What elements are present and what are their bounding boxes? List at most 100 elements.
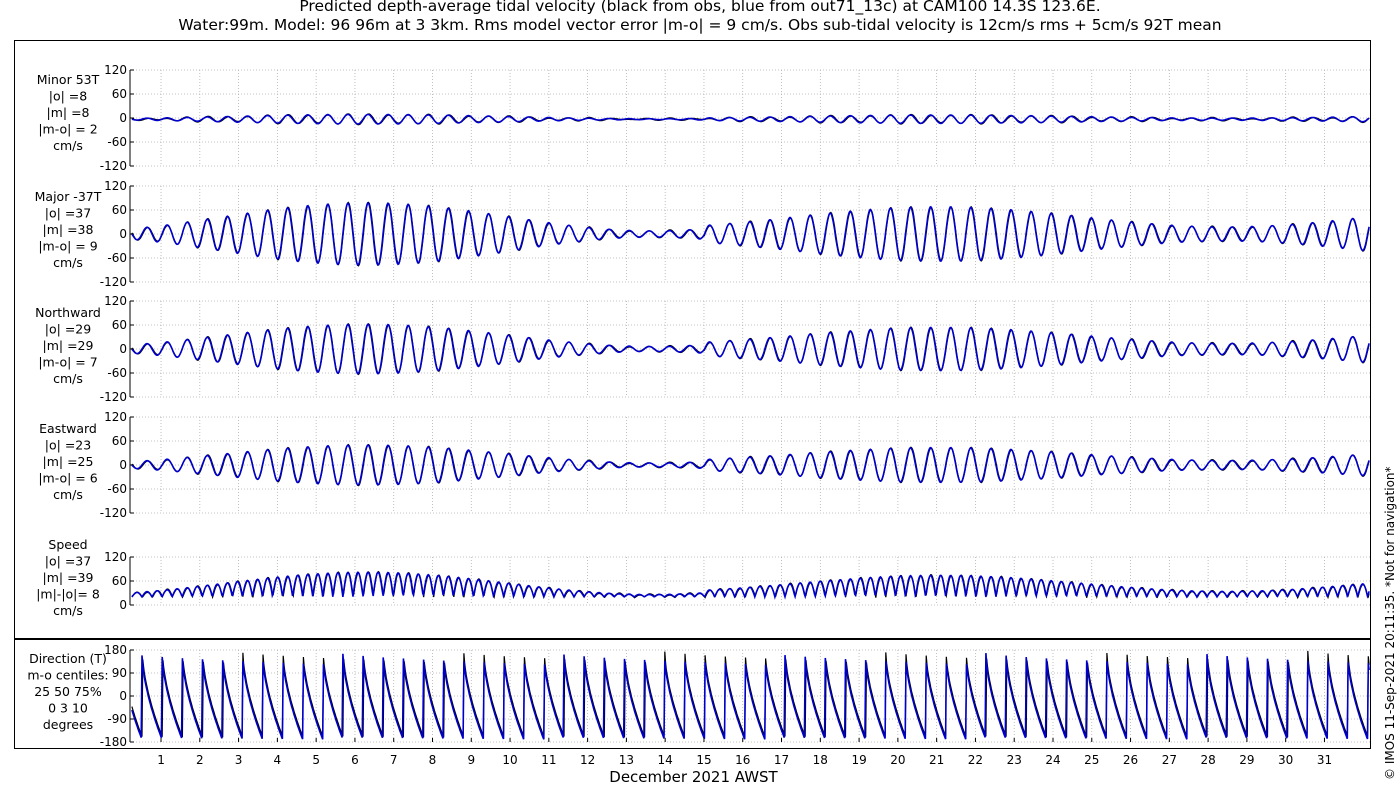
panel-label-line: cm/s bbox=[53, 603, 83, 618]
panel-label-line: |m|-|o|= 8 bbox=[36, 587, 100, 602]
y-tick-label: 0 bbox=[119, 598, 127, 612]
panel-label-line: Minor 53T bbox=[37, 72, 100, 87]
panel-label-line: |m-o| = 2 bbox=[38, 122, 97, 137]
panel-label-line: cm/s bbox=[53, 487, 83, 502]
x-tick-label: 4 bbox=[274, 753, 282, 767]
panel-label-line: |o| =37 bbox=[45, 554, 91, 569]
panel-label-line: cm/s bbox=[53, 138, 83, 153]
x-tick-label: 12 bbox=[580, 753, 595, 767]
panel-label-line: m-o centiles: bbox=[27, 668, 108, 683]
x-tick-label: 14 bbox=[658, 753, 673, 767]
panel-label-line: |m| =38 bbox=[43, 222, 94, 237]
panel-northward: 120 60 0 -60 -120 Northward |o| =29|m| =29 |m-o… bbox=[35, 294, 1371, 404]
panel-label-line: |m| =29 bbox=[43, 338, 94, 353]
y-tick-label: 120 bbox=[104, 550, 127, 564]
y-tick-label: -60 bbox=[107, 482, 127, 496]
x-tick-label: 1 bbox=[157, 753, 165, 767]
x-tick-label: 23 bbox=[1007, 753, 1022, 767]
panel-label-line: |m| =8 bbox=[47, 105, 90, 120]
upper-frame bbox=[14, 40, 1371, 639]
panel-minor: 120 60 0 -60 -120 Minor 53T |o| =8|m| =8 |m-o| … bbox=[37, 63, 1371, 173]
x-tick-label: 8 bbox=[429, 753, 437, 767]
y-tick-label: -120 bbox=[100, 159, 127, 173]
panel-eastward: 120 60 0 -60 -120 Eastward |o| =23|m| =25 |m-o|… bbox=[38, 410, 1371, 520]
x-tick-label: 17 bbox=[774, 753, 789, 767]
panel-label-line: |m| =39 bbox=[43, 570, 94, 585]
panel-direction: 180 90 0 -90 -180 Direction (T) m-o centiles:2… bbox=[27, 643, 1371, 749]
panel-label-line: Eastward bbox=[39, 421, 97, 436]
x-tick-label: 21 bbox=[929, 753, 944, 767]
tidal-velocity-figure: 120600-60-120Minor 53T|o| =8|m| =8|m-o| … bbox=[14, 40, 1371, 767]
panel-label-line: degrees bbox=[43, 717, 93, 732]
y-tick-label: -60 bbox=[107, 366, 127, 380]
x-tick-label: 10 bbox=[502, 753, 517, 767]
y-tick-label: -60 bbox=[107, 135, 127, 149]
y-tick-label: 0 bbox=[119, 111, 127, 125]
y-tick-label: 120 bbox=[104, 294, 127, 308]
x-tick-label: 5 bbox=[312, 753, 320, 767]
x-tick-label: 16 bbox=[735, 753, 750, 767]
panel-label-line: Major -37T bbox=[35, 189, 102, 204]
x-tick-label: 18 bbox=[813, 753, 828, 767]
panel-label-line: |m| =25 bbox=[43, 454, 94, 469]
x-tick-label: 22 bbox=[968, 753, 983, 767]
y-tick-label: 60 bbox=[112, 574, 127, 588]
panel-label-line: |m-o| = 7 bbox=[38, 355, 97, 370]
y-tick-label: 0 bbox=[119, 458, 127, 472]
series-obs-line bbox=[131, 570, 1370, 600]
x-tick-label: 24 bbox=[1045, 753, 1060, 767]
panel-label-line: 25 50 75% bbox=[34, 684, 102, 699]
panel-label-line: Northward bbox=[35, 305, 101, 320]
x-tick-label: 11 bbox=[541, 753, 556, 767]
x-axis-label: December 2021 AWST bbox=[609, 768, 778, 786]
y-tick-label: -120 bbox=[100, 506, 127, 520]
x-tick-label: 27 bbox=[1162, 753, 1177, 767]
y-tick-label: 120 bbox=[104, 179, 127, 193]
x-tick-label: 15 bbox=[696, 753, 711, 767]
x-tick-label: 3 bbox=[235, 753, 243, 767]
y-tick-label: -60 bbox=[107, 251, 127, 265]
x-tick-label: 29 bbox=[1239, 753, 1254, 767]
panel-label-line: Direction (T) bbox=[29, 651, 107, 666]
x-tick-label: 19 bbox=[851, 753, 866, 767]
x-axis: 1 2 3 4 5 6 7 8 9 10 11 12 13 14 15 16 17 18 19 20 21 22 23 24 2… bbox=[157, 738, 1332, 767]
panel-label-line: |m-o| = 9 bbox=[38, 239, 97, 254]
panel-label-line: |o| =37 bbox=[45, 206, 91, 221]
x-tick-label: 2 bbox=[196, 753, 204, 767]
panel-label-line: |o| =29 bbox=[45, 322, 91, 337]
y-tick-label: 90 bbox=[112, 666, 127, 680]
x-tick-label: 30 bbox=[1278, 753, 1293, 767]
y-tick-label: -90 bbox=[107, 712, 127, 726]
panel-label-line: cm/s bbox=[53, 371, 83, 386]
x-tick-label: 25 bbox=[1084, 753, 1099, 767]
y-tick-label: 180 bbox=[104, 643, 127, 657]
x-tick-label: 20 bbox=[890, 753, 905, 767]
y-tick-label: -120 bbox=[100, 390, 127, 404]
x-tick-label: 26 bbox=[1123, 753, 1138, 767]
panel-label-line: cm/s bbox=[53, 255, 83, 270]
x-tick-label: 28 bbox=[1200, 753, 1215, 767]
y-tick-label: 60 bbox=[112, 434, 127, 448]
y-tick-label: 120 bbox=[104, 63, 127, 77]
y-tick-label: 0 bbox=[119, 227, 127, 241]
credit-text: © IMOS 11-Sep-2021 20:11:35. *Not for na… bbox=[1383, 466, 1397, 780]
y-tick-label: 60 bbox=[112, 87, 127, 101]
panel-speed: 120 60 0 Speed |o| =37|m| =39 |m|-|o|= 8cm/s bbox=[36, 537, 1371, 618]
x-tick-label: 7 bbox=[390, 753, 398, 767]
y-tick-label: 120 bbox=[104, 410, 127, 424]
panel-label-line: Speed bbox=[48, 537, 87, 552]
panel-label-line: 0 3 10 bbox=[48, 701, 88, 716]
panel-label-line: |o| =8 bbox=[49, 89, 88, 104]
panel-label-line: |o| =23 bbox=[45, 438, 91, 453]
y-tick-label: 60 bbox=[112, 203, 127, 217]
panel-major: 120 60 0 -60 -120 Major -37T |o| =37|m| =38 |m-… bbox=[35, 179, 1371, 289]
x-tick-label: 13 bbox=[619, 753, 634, 767]
panel-label-line: |m-o| = 6 bbox=[38, 471, 97, 486]
x-tick-label: 31 bbox=[1317, 753, 1332, 767]
x-tick-label: 6 bbox=[351, 753, 359, 767]
y-tick-label: 60 bbox=[112, 318, 127, 332]
y-tick-label: 0 bbox=[119, 342, 127, 356]
y-tick-label: -120 bbox=[100, 275, 127, 289]
y-tick-label: 0 bbox=[119, 689, 127, 703]
y-tick-label: -180 bbox=[100, 735, 127, 749]
